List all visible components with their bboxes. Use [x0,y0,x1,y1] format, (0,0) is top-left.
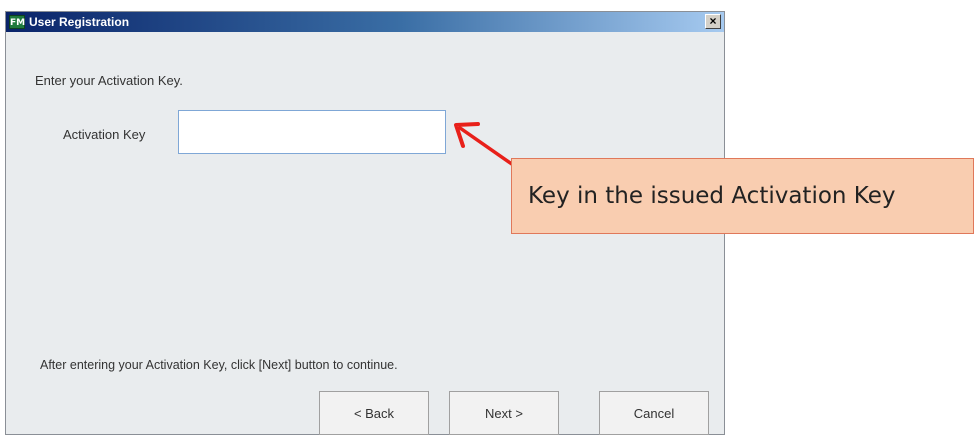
footer-instruction: After entering your Activation Key, clic… [40,358,398,372]
app-icon: FM [9,15,25,29]
activation-key-input[interactable] [178,110,446,154]
callout-box: Key in the issued Activation Key [511,158,974,234]
window-title: User Registration [29,15,130,29]
title-bar[interactable]: FM User Registration × [6,12,724,32]
close-button[interactable]: × [705,14,721,29]
back-button[interactable]: < Back [319,391,429,435]
activation-key-label: Activation Key [63,127,146,142]
cancel-button[interactable]: Cancel [599,391,709,435]
next-button[interactable]: Next > [449,391,559,435]
instruction-text: Enter your Activation Key. [35,73,183,88]
